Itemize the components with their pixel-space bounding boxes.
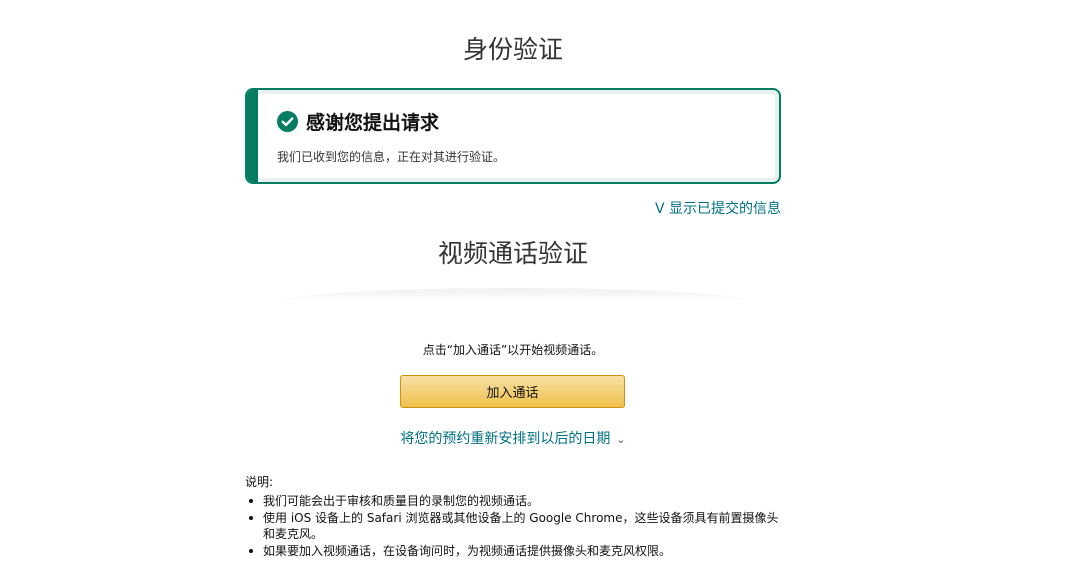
notes-section: 说明: 我们可能会出于审核和质量目的录制您的视频通话。 使用 iOS 设备上的 … [245,473,785,560]
alert-title: 感谢您提出请求 [306,112,440,134]
list-item: 我们可能会出于审核和质量目的录制您的视频通话。 [245,493,785,509]
join-call-button[interactable]: 加入通话 [400,375,625,408]
join-instruction: 点击“加入通话”以开始视频通话。 [422,343,604,357]
video-call-title: 视频通话验证 [437,239,588,268]
alert-accent-bar [247,90,258,182]
check-circle-icon [277,111,298,132]
notes-list: 我们可能会出于审核和质量目的录制您的视频通话。 使用 iOS 设备上的 Safa… [245,493,785,559]
alert-header: 感谢您提出请求 [277,108,439,135]
notes-title: 说明: [245,475,274,489]
alert-message: 我们已收到您的信息，正在对其进行验证。 [277,150,506,164]
success-alert: 感谢您提出请求 我们已收到您的信息，正在对其进行验证。 [245,88,781,184]
section-divider [280,288,750,302]
reschedule-label: 将您的预约重新安排到以后的日期 [400,431,611,447]
chevron-down-icon: ⌄ [616,433,626,446]
list-item: 使用 iOS 设备上的 Safari 浏览器或其他设备上的 Google Chr… [245,510,785,542]
page: 身份验证 感谢您提出请求 我们已收到您的信息，正在对其进行验证。 V 显示已提交… [0,0,1080,581]
reschedule-link[interactable]: 将您的预约重新安排到以后的日期 ⌄ [0,428,1026,448]
page-title: 身份验证 [462,35,563,64]
list-item: 如果要加入视频通话，在设备询问时，为视频通话提供摄像头和麦克风权限。 [245,543,785,559]
show-submitted-info-link[interactable]: V 显示已提交的信息 [655,198,781,218]
